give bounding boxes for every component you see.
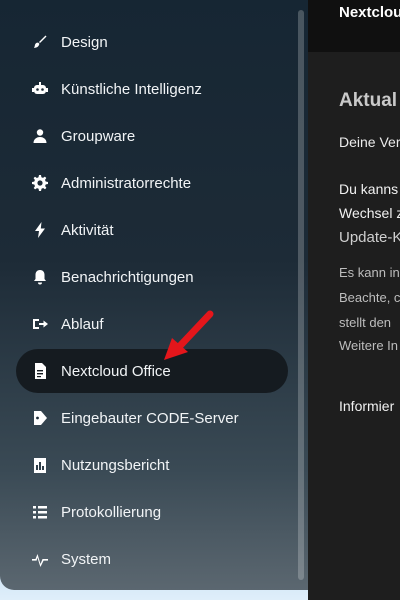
lightning-icon [30, 220, 50, 240]
sidebar-item-label: Administratorrechte [61, 174, 192, 192]
sidebar-item-label: Eingebauter CODE-Server [61, 409, 239, 427]
sidebar-item-usage-report[interactable]: Nutzungsbericht [16, 443, 288, 487]
sidebar-scrollbar[interactable] [298, 10, 304, 580]
flow-icon [30, 314, 50, 334]
sidebar-item-label: Groupware [61, 127, 136, 145]
annotation-arrow-icon [164, 310, 214, 360]
tag-icon [30, 408, 50, 428]
sidebar-item-label: System [61, 550, 112, 568]
list-icon [30, 502, 50, 522]
cog-icon [30, 173, 50, 193]
main-content: Nextclou Aktual Deine Ver Du kanns Wechs… [308, 0, 400, 600]
instruction-text-line: Wechsel z [339, 205, 400, 221]
sidebar-item-ki[interactable]: Künstliche Intelligenz [16, 67, 288, 111]
sidebar-item-admin-rights[interactable]: Administratorrechte [16, 161, 288, 205]
people-icon [30, 126, 50, 146]
sidebar-item-activity[interactable]: Aktivität [16, 208, 288, 252]
pulse-icon [30, 549, 50, 569]
sidebar-item-code-server[interactable]: Eingebauter CODE-Server [16, 396, 288, 440]
instruction-text-line: Du kanns [339, 181, 399, 197]
sidebar-item-system[interactable]: System [16, 537, 288, 581]
note-text-line: Weitere In [339, 338, 399, 353]
sidebar-item-partial-top[interactable] [16, 0, 288, 10]
version-info-text: Deine Ver [339, 134, 400, 150]
menu-icon [30, 0, 50, 6]
sidebar-item-label: Nextcloud Office [61, 362, 171, 380]
note-text-line: stellt den [339, 315, 392, 330]
sidebar-item-groupware[interactable]: Groupware [16, 114, 288, 158]
update-link[interactable]: Update-K [339, 229, 400, 246]
bell-icon [30, 267, 50, 287]
sidebar-item-flow[interactable]: Ablauf [16, 302, 288, 346]
sidebar-item-label: Ablauf [61, 315, 104, 333]
robot-icon [30, 79, 50, 99]
sidebar-item-notifications[interactable]: Benachrichtigungen [16, 255, 288, 299]
sidebar-item-label: Nutzungsbericht [61, 456, 170, 474]
sidebar-item-nextcloud-office[interactable]: Nextcloud Office [16, 349, 288, 393]
brush-icon [30, 32, 50, 52]
document-icon [30, 361, 50, 381]
settings-sidebar: Design Künstliche Intelligenz Groupware … [0, 0, 308, 590]
footer-info-text: Informier [339, 398, 395, 414]
sidebar-item-label: Protokollierung [61, 503, 162, 521]
sidebar-item-label: Benachrichtigungen [61, 268, 194, 286]
page-title: Nextclou [339, 4, 400, 21]
section-heading: Aktual [339, 90, 398, 111]
sidebar-item-design[interactable]: Design [16, 20, 288, 64]
sidebar-item-label: Künstliche Intelligenz [61, 80, 202, 98]
sidebar-item-label: Aktivität [61, 221, 114, 239]
note-text-line: Beachte, c [339, 290, 400, 305]
report-icon [30, 455, 50, 475]
sidebar-item-logging[interactable]: Protokollierung [16, 490, 288, 534]
main-header: Nextclou [308, 0, 400, 52]
note-text-line: Es kann in [339, 265, 400, 280]
sidebar-item-label: Design [61, 33, 108, 51]
